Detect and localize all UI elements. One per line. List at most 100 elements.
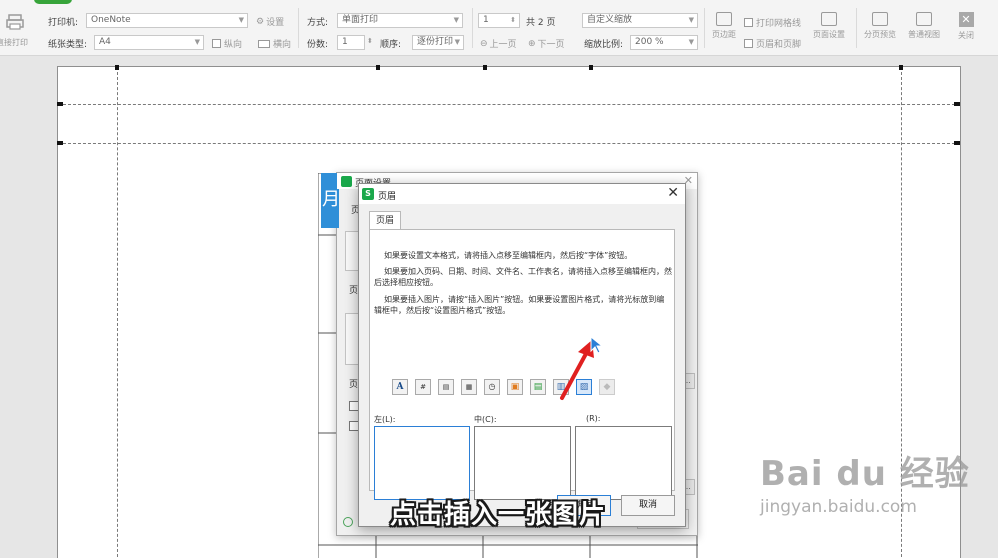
close-label: 关闭 xyxy=(958,31,974,40)
next-page-label: 下一页 xyxy=(537,40,565,50)
header-dialog: S 页眉 ✕ 页眉 如果要设置文本格式，请将插入点移至编辑框内，然后按“字体”按… xyxy=(358,183,686,527)
print-gridlines-checkbox[interactable]: 打印网格线 xyxy=(744,16,801,29)
arrow-down-circle-icon: ⊕ xyxy=(528,38,536,49)
center-section-label: 中(C): xyxy=(474,415,497,424)
copies-value: 1 xyxy=(342,37,348,47)
font-icon[interactable]: A xyxy=(392,379,408,395)
header-footer-button[interactable]: 页眉和页脚 xyxy=(744,37,801,50)
toolbar-divider xyxy=(298,8,299,48)
toolbar-divider xyxy=(472,8,473,48)
page-setup-icon xyxy=(821,12,837,26)
gear-icon: ⚙ xyxy=(256,16,265,27)
portrait-button[interactable]: 纵向 xyxy=(212,37,242,50)
printer-icon xyxy=(6,14,24,30)
footer-field-label: 页 xyxy=(349,380,359,390)
tutorial-caption: 点击插入一张图片 xyxy=(390,500,607,530)
margin-handle[interactable] xyxy=(899,65,903,70)
close-icon[interactable]: ✕ xyxy=(667,185,679,201)
arrow-up-circle-icon: ⊖ xyxy=(480,38,488,49)
page-number-icon[interactable]: # xyxy=(415,379,431,395)
direct-print-button[interactable] xyxy=(6,14,24,30)
landscape-label: 横向 xyxy=(273,40,292,50)
instruction-fields: 如果要加入页码、日期、时间、文件名、工作表名，请将插入点移至编辑框内，然后选择相… xyxy=(374,267,672,287)
landscape-button[interactable]: 横向 xyxy=(258,37,291,50)
direct-print-label[interactable]: 直接打印 xyxy=(0,37,28,48)
printer-value: OneNote xyxy=(91,15,131,25)
right-section-input[interactable] xyxy=(575,426,672,500)
date-icon[interactable]: ▦ xyxy=(461,379,477,395)
next-page-button[interactable]: ⊕ 下一页 xyxy=(528,37,565,51)
zoom-value: 200 % xyxy=(635,37,664,47)
margin-handle[interactable] xyxy=(57,141,63,145)
margin-handle[interactable] xyxy=(115,65,119,70)
printer-settings-button[interactable]: ⚙ 设置 xyxy=(256,15,285,29)
margins-icon xyxy=(716,12,732,26)
print-mode-select[interactable]: 单面打印 ▼ xyxy=(337,13,463,28)
zoom-select[interactable]: 200 % ▼ xyxy=(630,35,698,50)
wps-logo-icon: S xyxy=(362,188,374,200)
watermark-brand: Bai du 经验 xyxy=(760,454,970,494)
column-handle[interactable] xyxy=(376,65,380,70)
file-name-icon[interactable]: ▤ xyxy=(530,379,546,395)
header-field-label: 页 xyxy=(349,286,359,296)
watermark-url: jingyan.baidu.com xyxy=(760,497,917,517)
chevron-down-icon: ▼ xyxy=(688,38,694,46)
total-pages-icon[interactable]: ▤ xyxy=(438,379,454,395)
chevron-down-icon: ▼ xyxy=(238,16,244,24)
normal-view-button[interactable]: 普通视图 xyxy=(902,12,946,40)
copies-stepper[interactable]: ⬍ xyxy=(367,37,373,45)
page-current-value: 1 xyxy=(483,15,489,25)
header-tab-panel: 如果要设置文本格式，请将插入点移至编辑框内，然后按“字体”按钮。 如果要加入页码… xyxy=(369,229,675,500)
margins-button[interactable]: 页边距 xyxy=(702,12,746,40)
margins-label: 页边距 xyxy=(712,30,736,39)
chevron-down-icon: ▼ xyxy=(454,38,460,46)
ribbon-tab-indicator xyxy=(34,0,72,4)
print-mode-value: 单面打印 xyxy=(342,15,379,25)
tab-header[interactable]: 页眉 xyxy=(369,211,401,230)
landscape-icon xyxy=(258,39,270,48)
page-setup-button[interactable]: 页面设置 xyxy=(807,12,851,40)
chevron-down-icon: ▼ xyxy=(194,38,200,46)
header-dialog-title: 页眉 xyxy=(378,192,397,202)
center-section-input[interactable] xyxy=(474,426,571,500)
order-select[interactable]: 逐份打印 ▼ xyxy=(412,35,464,50)
page-break-preview-button[interactable]: 分页预览 xyxy=(858,12,902,40)
settings-label: 设置 xyxy=(266,18,285,28)
margin-handle[interactable] xyxy=(954,141,960,145)
left-section-input[interactable] xyxy=(374,426,470,500)
margin-handle[interactable] xyxy=(954,102,960,106)
prev-page-button[interactable]: ⊖ 上一页 xyxy=(480,37,517,51)
instruction-font: 如果要设置文本格式，请将插入点移至编辑框内，然后按“字体”按钮。 xyxy=(384,251,633,260)
page-break-icon xyxy=(872,12,888,26)
prev-page-label: 上一页 xyxy=(489,40,517,50)
order-value: 逐份打印 xyxy=(417,37,454,47)
copies-input[interactable]: 1 xyxy=(337,35,365,50)
close-preview-button[interactable]: ✕ 关闭 xyxy=(944,12,988,41)
page-total-label: 共 2 页 xyxy=(526,18,556,28)
right-section-label: (R): xyxy=(586,414,601,423)
header-margin-line xyxy=(58,104,960,105)
top-margin-line xyxy=(58,143,960,144)
file-path-icon[interactable]: ▣ xyxy=(507,379,523,395)
print-preview-toolbar: 直接打印 打印机: OneNote ▼ ⚙设置 纸张类型: A4 ▼ 纵向 横向 方… xyxy=(0,0,998,56)
order-label: 顺序: xyxy=(380,40,402,50)
cancel-button[interactable]: 取消 xyxy=(621,495,675,516)
normal-view-label: 普通视图 xyxy=(908,30,940,39)
time-icon[interactable]: ◷ xyxy=(484,379,500,395)
zoom-mode-select[interactable]: 自定义缩放 ▼ xyxy=(582,13,698,28)
margin-handle[interactable] xyxy=(57,102,63,106)
printer-select[interactable]: OneNote ▼ xyxy=(86,13,248,28)
help-icon[interactable] xyxy=(343,517,353,527)
page-break-preview-label: 分页预览 xyxy=(864,30,896,39)
paper-type-select[interactable]: A4 ▼ xyxy=(94,35,204,50)
grid-icon xyxy=(916,12,932,26)
checkbox-icon xyxy=(744,18,753,27)
mouse-cursor-icon xyxy=(590,336,604,354)
header-footer-label: 页眉和页脚 xyxy=(756,40,802,50)
print-gridlines-label: 打印网格线 xyxy=(756,19,802,29)
column-handle[interactable] xyxy=(483,65,487,70)
column-handle[interactable] xyxy=(589,65,593,70)
paper-type-label: 纸张类型: xyxy=(48,40,88,50)
copies-label: 份数: xyxy=(307,40,329,50)
page-number-input[interactable]: 1 ⬍ xyxy=(478,13,520,28)
